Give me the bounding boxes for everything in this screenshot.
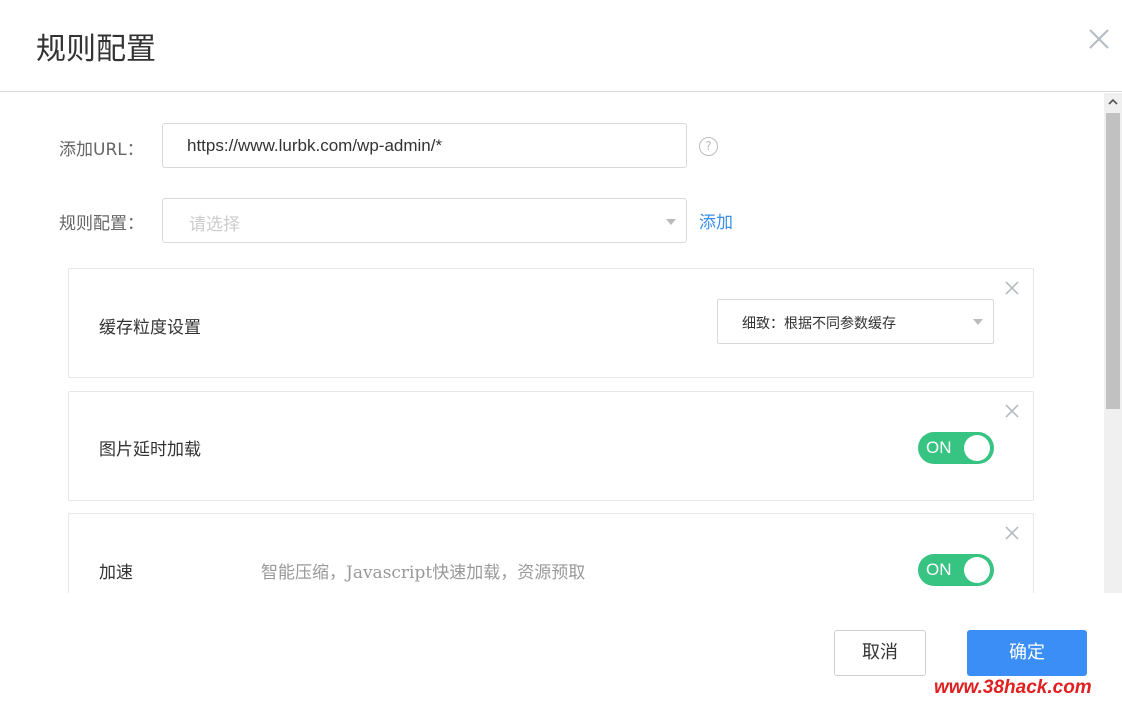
acceleration-toggle[interactable]: ON: [918, 554, 994, 586]
vertical-scrollbar[interactable]: [1104, 93, 1122, 593]
cache-granularity-card: 缓存粒度设置 细致：根据不同参数缓存: [68, 268, 1034, 378]
scrollbar-thumb[interactable]: [1106, 113, 1120, 409]
rule-label: 规则配置：: [59, 214, 144, 234]
card-description: 智能压缩，Javascript快速加载，资源预取: [261, 563, 586, 583]
rule-select[interactable]: 请选择: [162, 198, 687, 243]
scroll-up-arrow-icon[interactable]: [1104, 93, 1122, 111]
close-icon[interactable]: [1003, 524, 1021, 542]
toggle-knob: [964, 557, 990, 583]
card-title: 加速: [99, 563, 133, 583]
select-value: 细致：根据不同参数缓存: [742, 316, 896, 332]
dialog-body: 添加URL： ? 规则配置： 请选择 添加 缓存粒度设置 细致：根据不同参数缓存: [0, 93, 1104, 593]
card-title: 缓存粒度设置: [99, 318, 201, 338]
question-circle-icon[interactable]: ?: [699, 137, 718, 156]
caret-down-icon: [973, 319, 983, 325]
image-lazy-load-card: 图片延时加载 ON: [68, 391, 1034, 501]
rule-config-dialog: 规则配置 添加URL： ? 规则配置： 请选择 添加 缓存粒度设置 细致：根据不…: [0, 0, 1122, 713]
cancel-button[interactable]: 取消: [834, 630, 926, 676]
url-label: 添加URL：: [59, 140, 144, 160]
watermark: www.38hack.com: [934, 677, 1092, 698]
rule-select-placeholder: 请选择: [189, 215, 240, 235]
close-icon[interactable]: [1086, 26, 1112, 52]
acceleration-card: 加速 智能压缩，Javascript快速加载，资源预取 ON: [68, 513, 1034, 593]
toggle-label: ON: [926, 560, 952, 579]
caret-down-icon: [666, 219, 676, 225]
close-icon[interactable]: [1003, 279, 1021, 297]
toggle-knob: [964, 435, 990, 461]
cache-granularity-select[interactable]: 细致：根据不同参数缓存: [717, 299, 994, 344]
confirm-button[interactable]: 确定: [967, 630, 1087, 676]
dialog-footer: 取消 确定 www.38hack.com: [0, 593, 1122, 713]
close-icon[interactable]: [1003, 402, 1021, 420]
lazy-load-toggle[interactable]: ON: [918, 432, 994, 464]
dialog-header: 规则配置: [0, 0, 1122, 92]
card-title: 图片延时加载: [99, 440, 201, 460]
dialog-title: 规则配置: [36, 32, 156, 67]
toggle-label: ON: [926, 438, 952, 457]
url-input[interactable]: [162, 123, 687, 168]
add-rule-link[interactable]: 添加: [699, 208, 733, 233]
